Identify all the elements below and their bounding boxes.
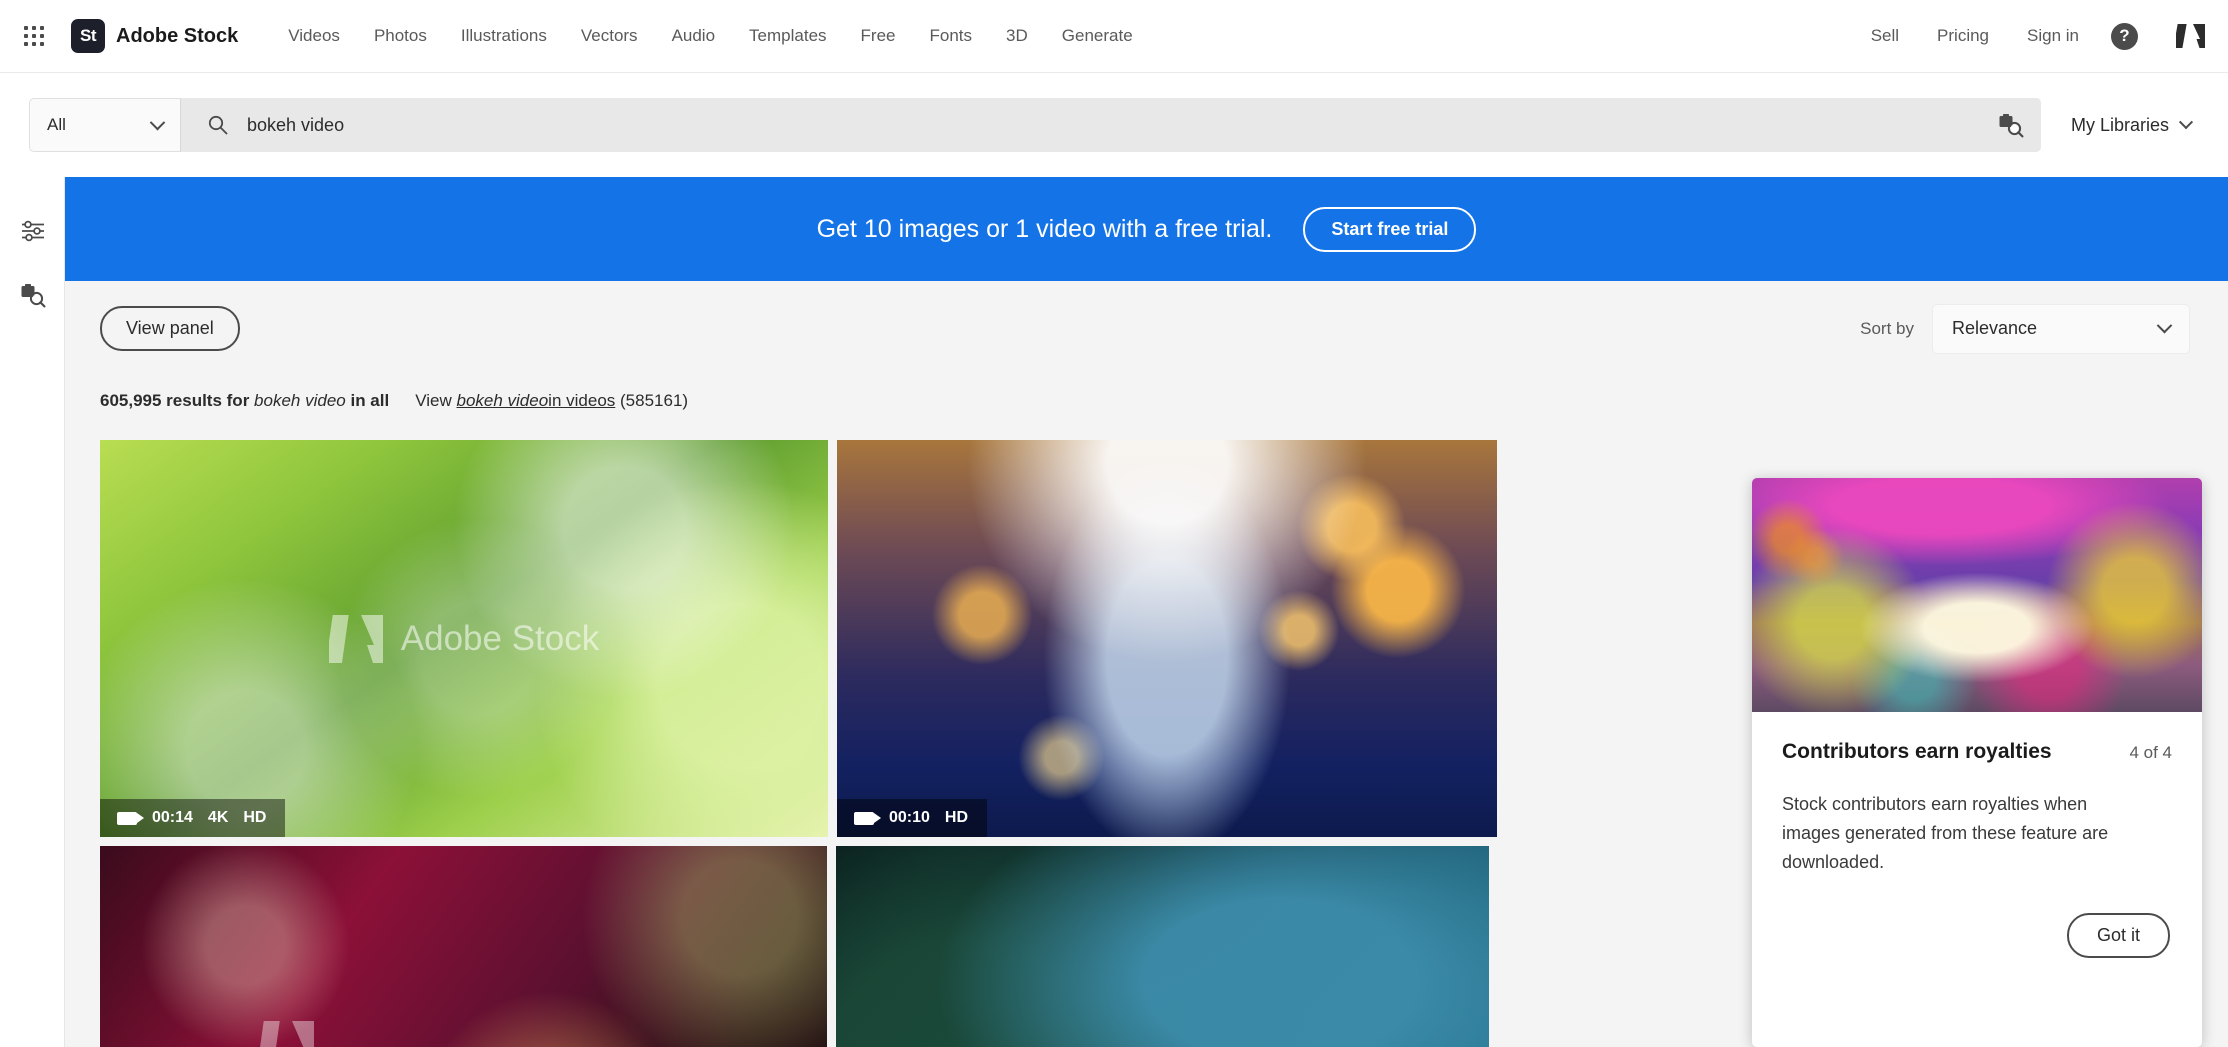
coachmark-body: Contributors earn royalties 4 of 4 Stock… xyxy=(1752,712,2202,958)
nav-item-sell[interactable]: Sell xyxy=(1852,26,1918,46)
apps-grid-icon[interactable] xyxy=(22,24,46,48)
nav-item-signin[interactable]: Sign in xyxy=(2008,26,2098,46)
visual-search-icon xyxy=(20,282,46,308)
nav-item-generate[interactable]: Generate xyxy=(1045,26,1150,46)
promo-message: Get 10 images or 1 video with a free tri… xyxy=(817,215,1273,244)
start-free-trial-button[interactable]: Start free trial xyxy=(1303,207,1476,252)
view-link-count: (585161) xyxy=(620,391,688,410)
search-bar: All xyxy=(29,98,2041,152)
coachmark-title: Contributors earn royalties xyxy=(1782,740,2052,764)
nav-item-audio[interactable]: Audio xyxy=(655,26,732,46)
video-camera-icon xyxy=(117,812,137,825)
result-tile[interactable]: 00:10 HD xyxy=(100,846,827,1047)
coachmark-step-counter: 4 of 4 xyxy=(2129,743,2172,763)
nav-item-videos[interactable]: Videos xyxy=(271,26,357,46)
view-panel-button[interactable]: View panel xyxy=(100,306,240,351)
sort-by-label: Sort by xyxy=(1860,319,1914,339)
adobe-stock-watermark xyxy=(100,846,827,1047)
result-tile[interactable]: 00:10 HD xyxy=(837,440,1497,837)
question-mark-icon[interactable]: ? xyxy=(2111,23,2138,50)
sidebar-item-visual-search[interactable] xyxy=(0,263,65,327)
results-count: 605,995 results for xyxy=(100,391,249,411)
nav-item-pricing[interactable]: Pricing xyxy=(1918,26,2008,46)
results-summary: 605,995 results for bokeh video in all V… xyxy=(65,376,2228,426)
free-trial-promo-banner: Get 10 images or 1 video with a free tri… xyxy=(65,177,2228,281)
nav-item-vectors[interactable]: Vectors xyxy=(564,26,655,46)
coachmark-popover: Contributors earn royalties 4 of 4 Stock… xyxy=(1752,478,2202,1047)
top-navigation-bar: St Adobe Stock Videos Photos Illustratio… xyxy=(0,0,2228,73)
video-duration: 00:14 xyxy=(152,809,193,827)
video-meta-badge: 00:10 HD xyxy=(837,799,987,837)
view-link-prefix: View xyxy=(415,391,452,410)
coachmark-actions: Got it xyxy=(1782,913,2172,958)
search-input[interactable] xyxy=(247,115,1755,136)
top-nav-right-group: Sell Pricing Sign in ? xyxy=(1852,21,2208,51)
results-toolbar: View panel Sort by Relevance xyxy=(65,281,2228,376)
my-libraries-label: My Libraries xyxy=(2071,115,2169,136)
coachmark-description: Stock contributors earn royalties when i… xyxy=(1782,790,2142,877)
coachmark-image xyxy=(1752,478,2202,712)
visual-search-button[interactable] xyxy=(1981,98,2041,152)
sidebar-item-filters[interactable] xyxy=(0,199,65,263)
sort-by-select[interactable]: Relevance xyxy=(1932,304,2190,354)
visual-search-camera-icon xyxy=(1998,112,2024,138)
results-query: bokeh video xyxy=(254,391,346,411)
video-resolution: 4K xyxy=(208,809,228,827)
result-tile[interactable]: Adobe Stock 00:14 4K HD xyxy=(100,440,828,837)
search-bar-row: All My Libraries xyxy=(0,73,2228,177)
view-in-videos-link[interactable]: View bokeh videoin videos (585161) xyxy=(415,391,688,411)
sort-by-value: Relevance xyxy=(1952,318,2037,339)
adobe-watermark-icon xyxy=(260,1019,316,1047)
result-tile[interactable] xyxy=(836,846,1489,1047)
adobe-stock-watermark: Adobe Stock xyxy=(100,440,828,837)
left-icon-rail xyxy=(0,177,65,1047)
filter-sliders-icon xyxy=(20,218,46,244)
adobe-logo-icon[interactable] xyxy=(2174,21,2208,51)
search-category-select[interactable]: All xyxy=(29,98,181,152)
video-duration: 00:10 xyxy=(889,809,930,827)
nav-item-3d[interactable]: 3D xyxy=(989,26,1045,46)
search-field[interactable] xyxy=(181,98,1981,152)
adobe-stock-logo-icon: St xyxy=(71,19,105,53)
nav-item-free[interactable]: Free xyxy=(844,26,913,46)
view-link-query: bokeh video xyxy=(456,391,548,410)
adobe-stock-brand-link[interactable]: St Adobe Stock xyxy=(71,19,238,53)
nav-item-templates[interactable]: Templates xyxy=(732,26,843,46)
search-category-value: All xyxy=(47,115,66,135)
brand-title: Adobe Stock xyxy=(116,25,238,48)
nav-item-illustrations[interactable]: Illustrations xyxy=(444,26,564,46)
coachmark-header: Contributors earn royalties 4 of 4 xyxy=(1782,740,2172,764)
sort-control: Sort by Relevance xyxy=(1860,304,2190,354)
primary-nav: Videos Photos Illustrations Vectors Audi… xyxy=(271,26,1149,46)
video-quality: HD xyxy=(243,809,266,827)
view-link-suffix: in videos xyxy=(548,391,615,410)
chevron-down-icon xyxy=(2179,115,2193,129)
nav-item-photos[interactable]: Photos xyxy=(357,26,444,46)
video-quality: HD xyxy=(945,809,968,827)
chevron-down-icon xyxy=(2157,318,2173,334)
chevron-down-icon xyxy=(150,114,166,130)
video-camera-icon xyxy=(854,812,874,825)
video-meta-badge: 00:14 4K HD xyxy=(100,799,285,837)
got-it-button[interactable]: Got it xyxy=(2067,913,2170,958)
results-scope: in all xyxy=(350,391,389,411)
my-libraries-dropdown[interactable]: My Libraries xyxy=(2071,115,2191,136)
watermark-text: Adobe Stock xyxy=(401,619,599,659)
adobe-watermark-icon xyxy=(329,613,385,665)
magnifier-icon xyxy=(207,114,229,136)
nav-item-fonts[interactable]: Fonts xyxy=(913,26,990,46)
